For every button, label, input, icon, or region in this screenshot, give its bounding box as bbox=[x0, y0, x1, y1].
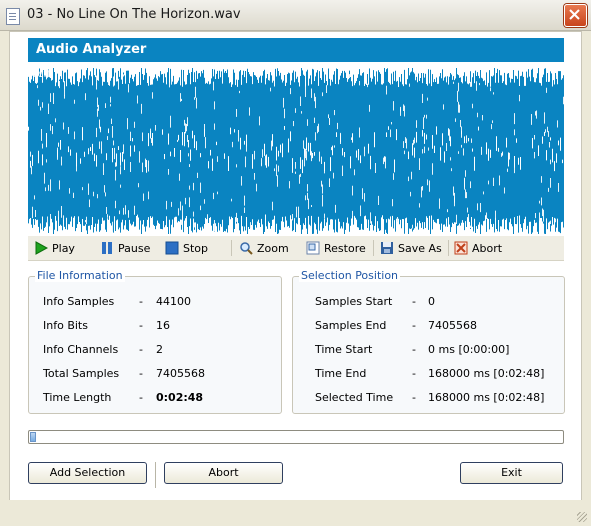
header-bar: Audio Analyzer bbox=[28, 38, 564, 62]
exit-button[interactable]: Exit bbox=[460, 462, 563, 484]
play-label: Play bbox=[52, 241, 75, 255]
window-title: 03 - No Line On The Horizon.wav bbox=[27, 7, 241, 22]
waveform-view[interactable]: Left bbox=[28, 68, 564, 234]
save-as-label: Save As bbox=[398, 241, 442, 255]
time-length-value: 0:02:48 bbox=[156, 391, 204, 404]
restore-icon bbox=[306, 241, 320, 255]
selection-position-group: Selection Position Samples Start - 0 Sam… bbox=[292, 269, 565, 414]
info-label: Info Bits bbox=[43, 319, 88, 332]
selection-value: 0 bbox=[428, 295, 435, 308]
zoom-label: Zoom bbox=[257, 241, 289, 255]
document-icon bbox=[6, 8, 20, 25]
toolbar: Play Pause Stop Zoom Restore Save As Abo… bbox=[28, 236, 564, 261]
waveform-trace bbox=[28, 68, 564, 234]
button-separator bbox=[155, 462, 156, 488]
info-value: 2 bbox=[156, 343, 163, 356]
header-title: Audio Analyzer bbox=[36, 42, 147, 57]
toolbar-separator bbox=[231, 240, 232, 256]
selection-label: Time Start bbox=[315, 343, 373, 356]
add-selection-button[interactable]: Add Selection bbox=[28, 462, 147, 484]
progress-fill bbox=[30, 432, 37, 442]
selection-separator: - bbox=[412, 367, 416, 380]
close-button[interactable] bbox=[564, 4, 587, 27]
floppy-disk-icon bbox=[380, 241, 394, 255]
stop-button[interactable]: Stop bbox=[165, 239, 208, 257]
pause-icon bbox=[100, 241, 114, 255]
magnifier-icon bbox=[239, 241, 253, 255]
save-as-button[interactable]: Save As bbox=[380, 239, 442, 257]
pause-label: Pause bbox=[118, 241, 151, 255]
file-information-group: File Information Info Samples - 44100 In… bbox=[28, 269, 282, 414]
selection-value: 7405568 bbox=[428, 319, 477, 332]
stop-label: Stop bbox=[183, 241, 209, 255]
selection-label: Selected Time bbox=[315, 391, 394, 404]
resize-grip[interactable] bbox=[577, 512, 587, 522]
title-bar: 03 - No Line On The Horizon.wav bbox=[0, 0, 591, 31]
info-label: Total Samples bbox=[43, 367, 120, 380]
selection-value: 168000 ms [0:02:48] bbox=[428, 367, 545, 380]
channel-label: Left bbox=[32, 69, 51, 80]
toolbar-separator bbox=[448, 240, 449, 256]
abort-button[interactable]: Abort bbox=[164, 462, 283, 484]
selection-separator: - bbox=[412, 391, 416, 404]
info-value: 7405568 bbox=[156, 367, 205, 380]
toolbar-separator bbox=[373, 240, 374, 256]
waveform-graph bbox=[28, 68, 564, 234]
info-label: Info Samples bbox=[43, 295, 115, 308]
file-information-legend: File Information bbox=[35, 269, 125, 282]
info-label: Info Channels bbox=[43, 343, 119, 356]
stop-icon bbox=[165, 241, 179, 255]
close-icon bbox=[569, 9, 580, 20]
selection-separator: - bbox=[412, 319, 416, 332]
status-bar bbox=[0, 500, 591, 526]
main-panel: Audio Analyzer Left Play Pause Stop Zoom… bbox=[9, 31, 582, 501]
play-button[interactable]: Play bbox=[34, 239, 75, 257]
info-separator: - bbox=[139, 343, 143, 356]
selection-position-legend: Selection Position bbox=[299, 269, 401, 282]
selection-value: 168000 ms [0:02:48] bbox=[428, 391, 545, 404]
info-separator: - bbox=[139, 391, 143, 404]
restore-label: Restore bbox=[324, 241, 366, 255]
zoom-button[interactable]: Zoom bbox=[239, 239, 289, 257]
abort-icon bbox=[454, 241, 468, 255]
pause-button[interactable]: Pause bbox=[100, 239, 150, 257]
abort-toolbar-button[interactable]: Abort bbox=[454, 239, 502, 257]
selection-label: Time End bbox=[315, 367, 367, 380]
progress-bar bbox=[28, 430, 564, 444]
selection-separator: - bbox=[412, 295, 416, 308]
info-value: 16 bbox=[156, 319, 170, 332]
play-icon bbox=[34, 241, 49, 255]
info-separator: - bbox=[139, 367, 143, 380]
info-separator: - bbox=[139, 295, 143, 308]
info-value: 44100 bbox=[156, 295, 191, 308]
selection-label: Samples End bbox=[315, 319, 387, 332]
info-label: Time Length bbox=[43, 391, 112, 404]
abort-label: Abort bbox=[472, 241, 503, 255]
selection-value: 0 ms [0:00:00] bbox=[428, 343, 510, 356]
restore-button[interactable]: Restore bbox=[306, 239, 366, 257]
info-separator: - bbox=[139, 319, 143, 332]
selection-separator: - bbox=[412, 343, 416, 356]
selection-label: Samples Start bbox=[315, 295, 393, 308]
